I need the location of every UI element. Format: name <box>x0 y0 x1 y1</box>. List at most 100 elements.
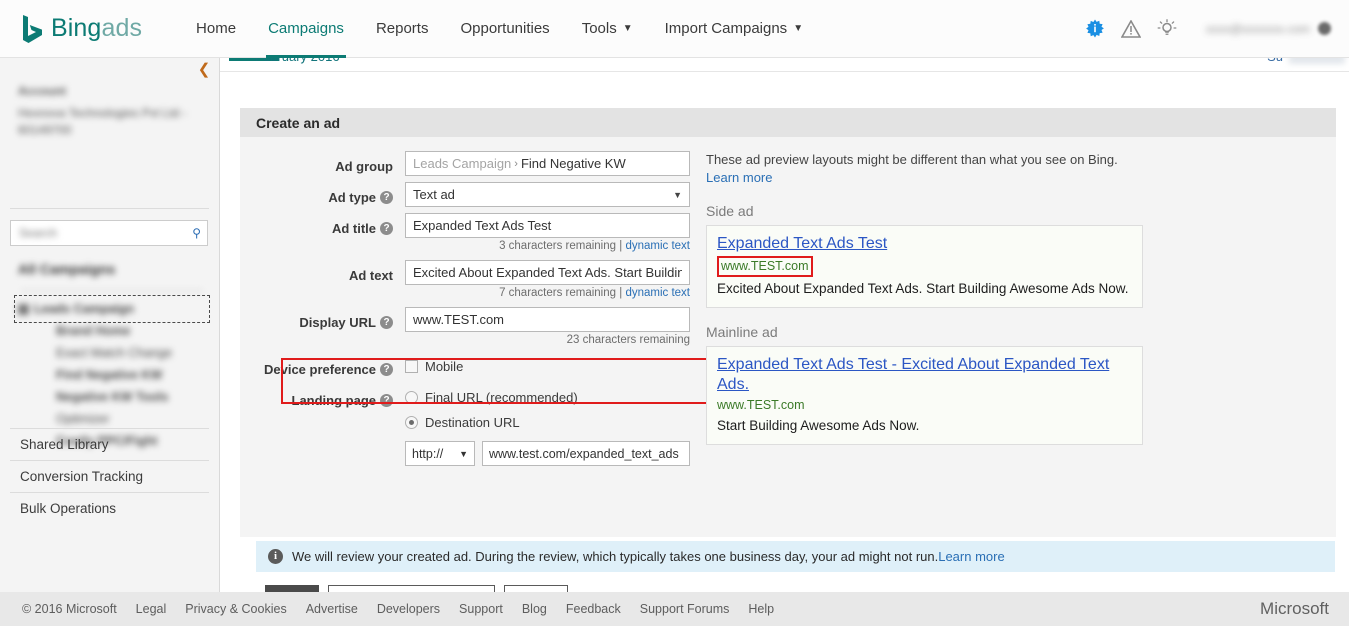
preview-note-text: These ad preview layouts might be differ… <box>706 152 1118 167</box>
sidebar-item-find-negative-kw[interactable]: Find Negative KW <box>18 364 213 386</box>
nav-item-tools-label: Tools <box>581 20 617 37</box>
footer-link-advertise[interactable]: Advertise <box>306 602 358 616</box>
side-ad-title[interactable]: Expanded Text Ads Test <box>717 234 1132 254</box>
footer-copyright: © 2016 Microsoft <box>22 602 117 616</box>
display-url-input[interactable] <box>405 307 690 332</box>
nav-item-reports[interactable]: Reports <box>360 0 445 58</box>
lightbulb-icon[interactable] <box>1154 16 1180 42</box>
field-display-url: Display URL ? 23 characters remaining <box>240 307 710 348</box>
clipped-month-label: February 2016 <box>255 58 340 64</box>
clipped-right-label: Su <box>1267 58 1283 64</box>
sidebar-all-campaigns[interactable]: All Campaigns <box>18 261 115 277</box>
side-ad-preview: Expanded Text Ads Test www.TEST.com Exci… <box>706 225 1143 308</box>
footer-link-feedback[interactable]: Feedback <box>566 602 621 616</box>
main-content: Create an ad Ad group Leads Campaign › F… <box>220 72 1349 610</box>
mobile-checkbox-row[interactable]: Mobile <box>405 354 690 379</box>
help-icon[interactable]: ? <box>380 362 393 376</box>
nav-item-opportunities-label: Opportunities <box>460 20 550 37</box>
ad-type-select[interactable]: Text ad ▼ <box>405 182 690 207</box>
ad-text-dynamic-text-link[interactable]: dynamic text <box>625 287 690 299</box>
search-icon[interactable]: ⚲ <box>192 226 201 240</box>
ad-group-name: Find Negative KW <box>520 156 626 171</box>
mainline-ad-title[interactable]: Expanded Text Ads Test - Excited About E… <box>717 355 1132 395</box>
sidebar-item-optimizer[interactable]: Optimizer <box>18 408 213 430</box>
sidebar-item-negative-kw-tools[interactable]: Negative KW Tools <box>18 386 213 408</box>
sidebar-collapse-icon[interactable]: ❮ <box>196 62 212 78</box>
protocol-select[interactable]: http:// ▼ <box>405 441 475 466</box>
ad-group-label: Ad group <box>240 151 405 176</box>
display-url-hint: 23 characters remaining <box>405 334 690 346</box>
sidebar-item-shared-library[interactable]: Shared Library <box>0 429 219 460</box>
sidebar-item-bulk-operations-label: Bulk Operations <box>20 501 117 516</box>
final-url-radio-label: Final URL (recommended) <box>425 390 578 405</box>
sidebar-divider <box>10 208 209 209</box>
chevron-down-icon: ▼ <box>622 22 633 34</box>
sidebar-item-bulk-operations[interactable]: Bulk Operations <box>0 493 219 524</box>
avatar <box>1318 22 1331 35</box>
sidebar-dotted-separator <box>22 290 202 291</box>
ad-title-hint: 3 characters remaining | dynamic text <box>405 240 690 252</box>
primary-nav: Home Campaigns Reports Opportunities Too… <box>180 0 819 58</box>
sidebar-item-leads-campaign[interactable]: Leads Campaign <box>18 298 213 320</box>
help-icon[interactable]: ? <box>380 393 393 407</box>
field-ad-group: Ad group Leads Campaign › Find Negative … <box>240 151 710 176</box>
help-icon[interactable]: ? <box>380 315 393 329</box>
footer-link-support-forums[interactable]: Support Forums <box>640 602 730 616</box>
footer-link-support[interactable]: Support <box>459 602 503 616</box>
tree-expander-icon[interactable] <box>18 303 29 315</box>
search-input[interactable] <box>11 225 176 241</box>
final-url-radio[interactable] <box>405 391 418 404</box>
sidebar-item-optimizer-label: Optimizer <box>56 412 110 426</box>
field-ad-text: Ad text 7 characters remaining | dynamic… <box>240 260 710 301</box>
footer-link-privacy-cookies[interactable]: Privacy & Cookies <box>185 602 286 616</box>
top-right-controls: xxxx@xxxxxxx.com <box>1072 16 1349 42</box>
help-icon[interactable]: ? <box>380 221 393 235</box>
card-body: Ad group Leads Campaign › Find Negative … <box>240 137 1336 610</box>
destination-url-radio-row[interactable]: Destination URL <box>405 410 690 435</box>
ad-group-value[interactable]: Leads Campaign › Find Negative KW <box>405 151 690 176</box>
destination-url-row: http:// ▼ <box>405 441 690 466</box>
review-notice-bar: i We will review your created ad. During… <box>256 541 1335 572</box>
nav-item-home[interactable]: Home <box>180 0 252 58</box>
preview-learn-more-link[interactable]: Learn more <box>706 170 772 185</box>
footer-link-developers[interactable]: Developers <box>377 602 440 616</box>
side-ad-description: Excited About Expanded Text Ads. Start B… <box>717 281 1129 296</box>
final-url-radio-row[interactable]: Final URL (recommended) <box>405 385 690 410</box>
ad-title-input[interactable] <box>405 213 690 238</box>
destination-url-input[interactable] <box>482 441 690 466</box>
ad-title-dynamic-text-link[interactable]: dynamic text <box>625 240 690 252</box>
nav-item-reports-label: Reports <box>375 20 429 37</box>
side-ad-url: www.TEST.com <box>717 256 813 277</box>
nav-item-opportunities[interactable]: Opportunities <box>444 0 565 58</box>
ad-text-hint: 7 characters remaining | dynamic text <box>405 287 690 299</box>
warning-triangle-icon[interactable] <box>1118 16 1144 42</box>
ad-type-selected-value: Text ad <box>413 187 455 202</box>
review-notice-learn-more-link[interactable]: Learn more <box>938 549 1004 564</box>
account-menu[interactable]: xxxx@xxxxxxx.com <box>1206 22 1331 36</box>
clipped-blurred-region <box>1289 58 1345 64</box>
ad-type-label-text: Ad type <box>328 189 376 205</box>
help-icon[interactable]: ? <box>380 190 393 204</box>
sidebar-search-box[interactable]: ⚲ <box>10 220 208 246</box>
ad-text-input[interactable] <box>405 260 690 285</box>
mobile-checkbox[interactable] <box>405 360 418 373</box>
nav-item-campaigns[interactable]: Campaigns <box>252 0 360 58</box>
notifications-starburst-icon[interactable] <box>1082 16 1108 42</box>
chevron-down-icon: ▼ <box>673 189 682 200</box>
footer-link-legal[interactable]: Legal <box>136 602 167 616</box>
bing-ads-logo[interactable]: Bingads <box>22 14 142 44</box>
sidebar-item-exact-match-change[interactable]: Exact Match Change <box>18 342 213 364</box>
footer-link-help[interactable]: Help <box>748 602 774 616</box>
bing-b-flag-icon <box>23 14 42 43</box>
nav-item-tools[interactable]: Tools ▼ <box>566 0 649 58</box>
brand-bing-text: Bing <box>51 14 102 42</box>
sidebar-item-conversion-tracking[interactable]: Conversion Tracking <box>0 461 219 492</box>
nav-item-import-campaigns[interactable]: Import Campaigns ▼ <box>649 0 819 58</box>
sidebar-bottom-nav: Shared Library Conversion Tracking Bulk … <box>0 428 219 524</box>
footer-link-blog[interactable]: Blog <box>522 602 547 616</box>
destination-url-radio[interactable] <box>405 416 418 429</box>
footer-links: © 2016 Microsoft Legal Privacy & Cookies… <box>0 602 774 616</box>
ad-title-chars-remaining: 3 characters remaining <box>499 240 617 252</box>
sidebar-item-brand-home[interactable]: Brand Home <box>18 320 213 342</box>
display-url-chars-remaining: 23 characters remaining <box>566 334 690 346</box>
